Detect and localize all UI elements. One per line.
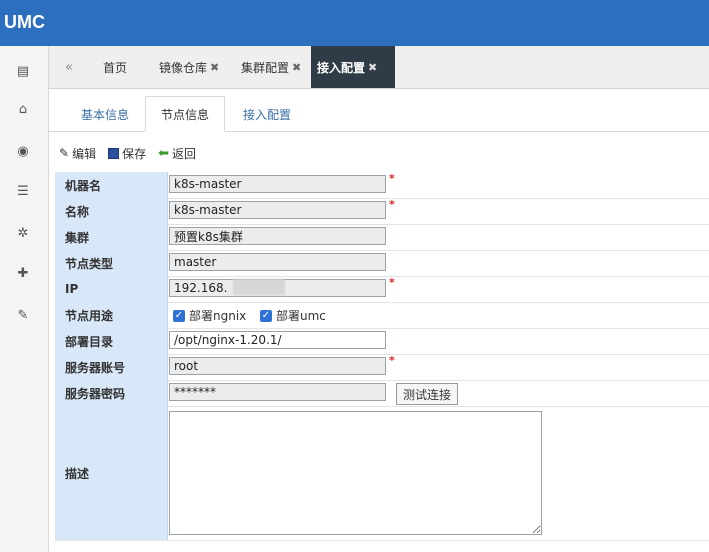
description-textarea[interactable] [169, 411, 542, 535]
tab-image-registry[interactable]: 镜像仓库 ✖ [153, 46, 225, 88]
form-row-name: 名称 * [55, 198, 709, 225]
form-row-node-type: 节点类型 [55, 250, 709, 277]
gear-icon[interactable]: ✲ [14, 224, 32, 242]
name-input[interactable] [169, 201, 386, 219]
form-row-ip: IP * [55, 276, 709, 303]
field-label: 机器名 [55, 172, 168, 198]
arrow-left-icon: ⬅ [158, 145, 169, 161]
checkbox-deploy-umc[interactable]: ✓ 部署umc [260, 307, 326, 324]
eye-icon[interactable]: ◉ [14, 142, 32, 160]
back-label: 返回 [172, 146, 197, 161]
form-row-hostname: 机器名 * [55, 172, 709, 199]
edit-button[interactable]: ✎ 编辑 [59, 145, 96, 162]
test-connection-button[interactable]: 测试连接 [396, 383, 459, 405]
tab-access-config[interactable]: 接入配置 ✖ [311, 46, 395, 88]
close-icon[interactable]: ✖ [368, 61, 377, 74]
hostname-input[interactable] [169, 175, 386, 193]
top-bar: UMC [0, 0, 709, 46]
account-input[interactable] [169, 357, 386, 375]
save-label: 保存 [122, 146, 147, 161]
field-label: 名称 [55, 198, 168, 224]
password-input[interactable] [169, 383, 386, 401]
close-icon[interactable]: ✖ [210, 61, 219, 74]
check-icon: ✓ [260, 309, 272, 322]
toolbar: ✎ 编辑 保存 ⬅ 返回 [59, 143, 196, 163]
field-label: 集群 [55, 224, 168, 250]
field-label: IP [55, 276, 168, 302]
field-label: 服务器账号 [55, 354, 168, 380]
id-card-icon[interactable]: ▤ [14, 62, 32, 80]
tab-cluster-config[interactable]: 集群配置 ✖ [235, 46, 307, 88]
node-type-input[interactable] [169, 253, 386, 271]
back-button[interactable]: ⬅ 返回 [158, 145, 196, 162]
cluster-input[interactable] [169, 227, 386, 245]
field-label: 服务器密码 [55, 380, 168, 406]
checkbox-deploy-nginx[interactable]: ✓ 部署ngnix [173, 307, 246, 324]
tab-label: 首页 [103, 60, 128, 75]
form-row-usage: 节点用途 ✓ 部署ngnix ✓ 部署umc [55, 302, 709, 329]
required-mark: * [389, 172, 395, 185]
checkbox-label: 部署ngnix [189, 309, 247, 323]
bank-icon[interactable]: ⌂ [14, 100, 32, 118]
form-row-cluster: 集群 [55, 224, 709, 251]
subtab-basic-info[interactable]: 基本信息 [65, 97, 145, 131]
check-icon: ✓ [173, 309, 185, 322]
required-mark: * [389, 354, 395, 367]
form-row-password: 服务器密码 测试连接 [55, 380, 709, 407]
form-row-desc: 描述 [55, 406, 709, 541]
field-label: 部署目录 [55, 328, 168, 354]
close-icon[interactable]: ✖ [292, 61, 301, 74]
deploy-dir-input[interactable] [169, 331, 386, 349]
sidebar: ▤ ⌂ ◉ ☰ ✲ ✚ ✎ [0, 46, 49, 552]
tab-label: 镜像仓库 [159, 60, 208, 75]
save-button[interactable]: 保存 [108, 145, 146, 162]
subtab-access-config[interactable]: 接入配置 [227, 97, 307, 131]
app-logo: UMC [4, 12, 45, 32]
required-mark: * [389, 198, 395, 211]
tab-label: 接入配置 [317, 60, 366, 75]
main-content: 基本信息 节点信息 接入配置 ✎ 编辑 保存 ⬅ 返回 机器名 * 名称 * 集… [49, 89, 709, 552]
tab-home[interactable]: 首页 [97, 46, 133, 88]
form-row-account: 服务器账号 * [55, 354, 709, 381]
tab-bar: « 首页 镜像仓库 ✖ 集群配置 ✖ 接入配置 ✖ [49, 46, 709, 89]
edit-label: 编辑 [72, 146, 97, 161]
puzzle-icon[interactable]: ✚ [14, 264, 32, 282]
sub-tab-bar: 基本信息 节点信息 接入配置 [49, 89, 709, 132]
checkbox-label: 部署umc [276, 309, 326, 323]
field-label: 节点用途 [55, 302, 168, 328]
list-icon[interactable]: ☰ [14, 182, 32, 200]
floppy-icon [108, 147, 120, 159]
required-mark: * [389, 276, 395, 289]
wrench-icon[interactable]: ✎ [14, 306, 32, 324]
subtab-node-info[interactable]: 节点信息 [145, 96, 225, 132]
field-label: 节点类型 [55, 250, 168, 276]
form-row-deploy-dir: 部署目录 [55, 328, 709, 355]
redacted-mask [233, 279, 285, 295]
tab-label: 集群配置 [241, 60, 290, 75]
pencil-icon: ✎ [59, 146, 70, 160]
double-left-icon[interactable]: « [57, 58, 81, 76]
field-label: 描述 [55, 406, 168, 540]
